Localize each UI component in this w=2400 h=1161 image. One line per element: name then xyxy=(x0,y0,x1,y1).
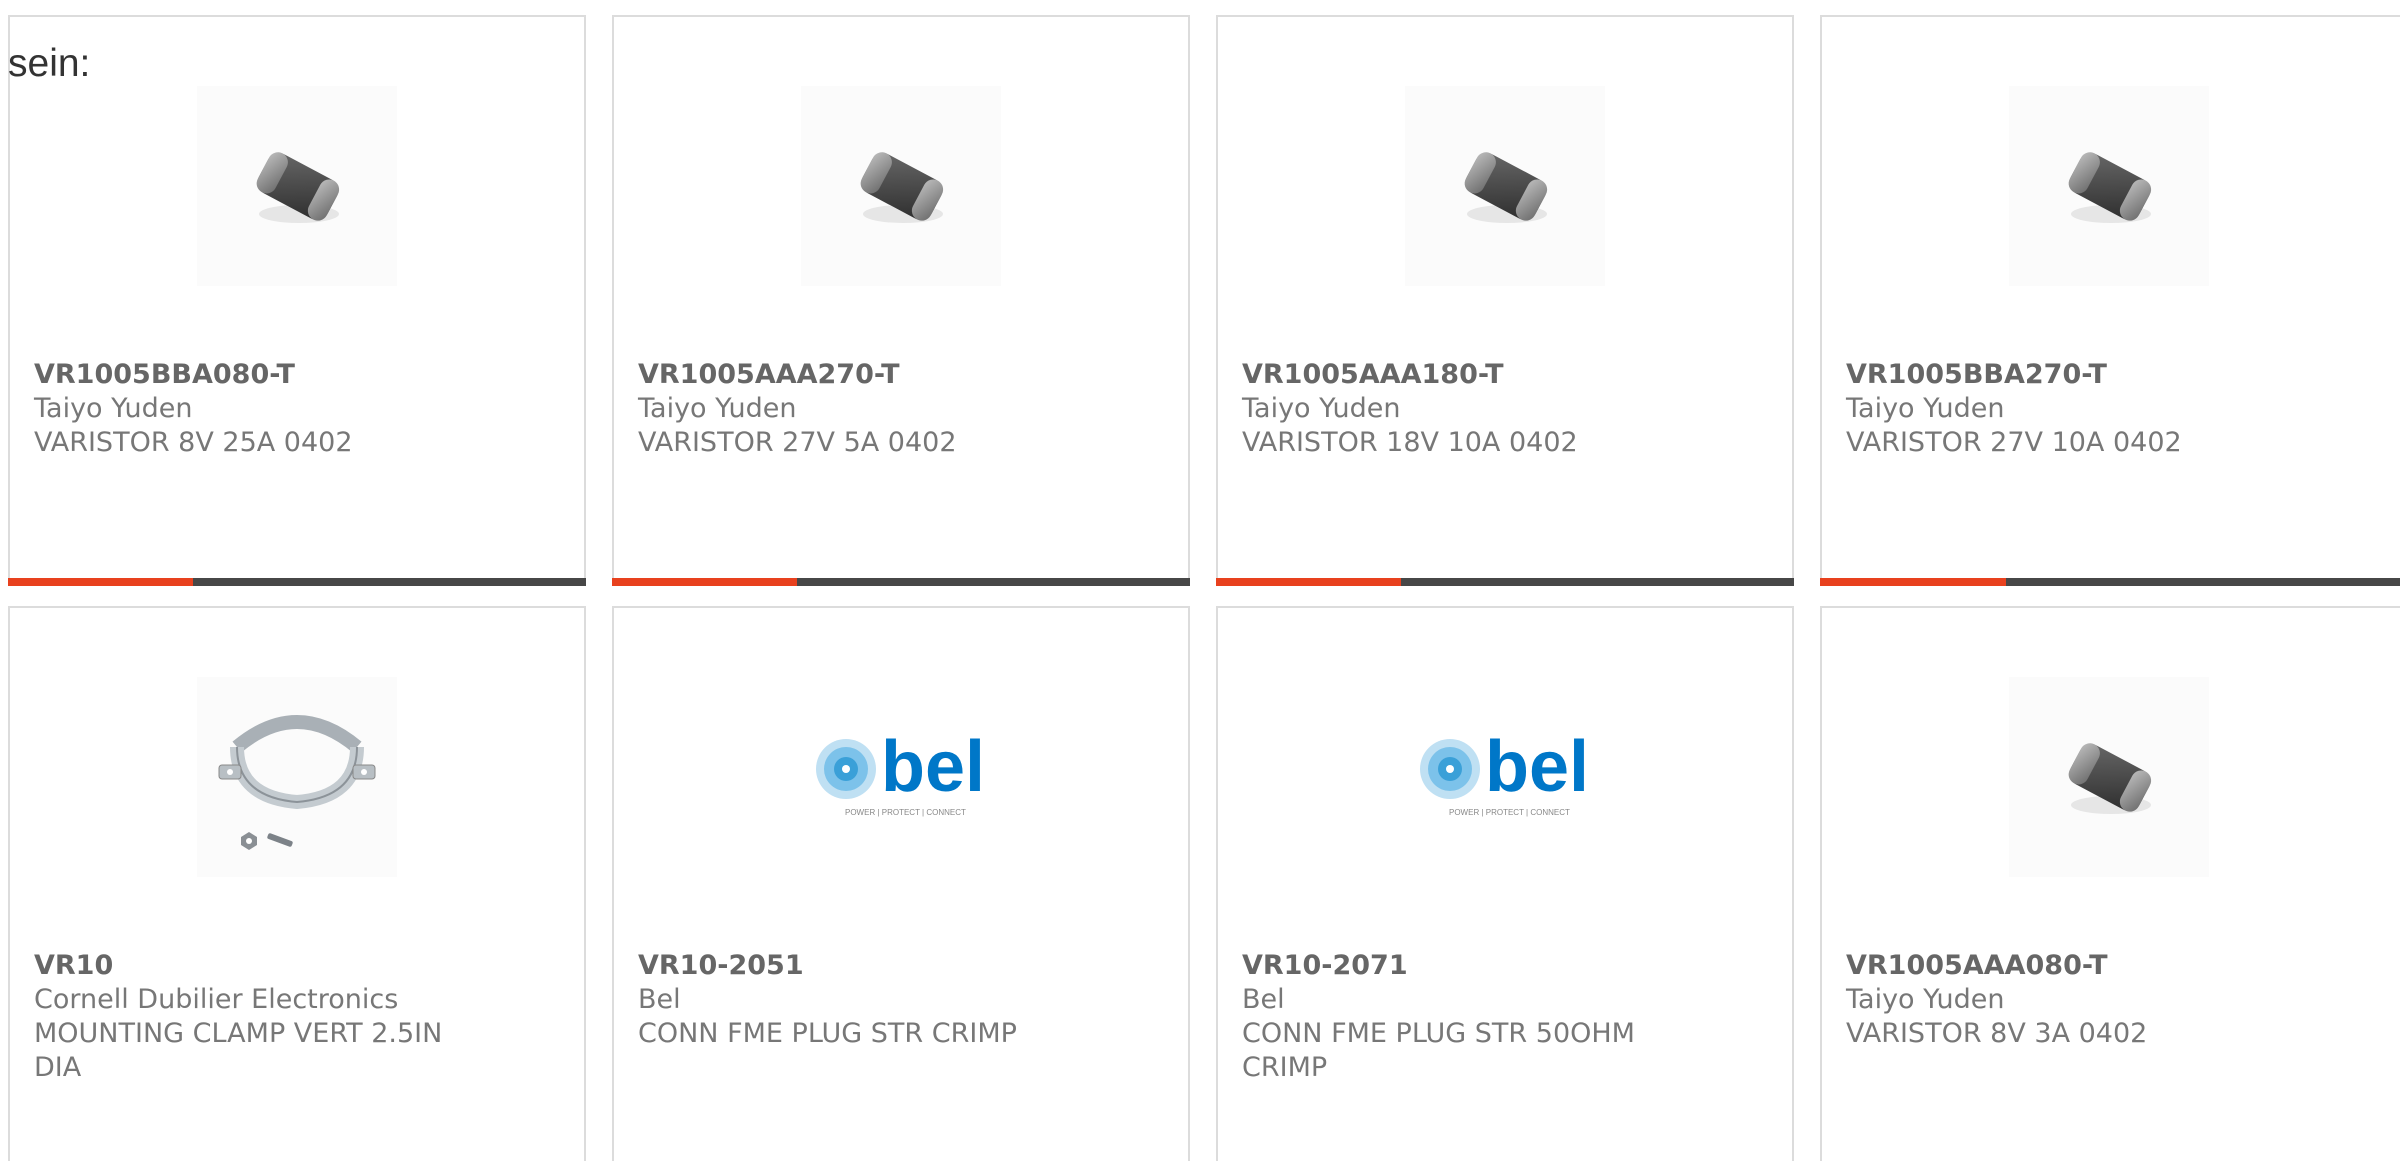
manufacturer-name: Bel xyxy=(638,984,681,1015)
chip-varistor-icon xyxy=(1464,152,1548,223)
product-description: VARISTOR 27V 10A 0402 xyxy=(1846,427,2182,458)
product-description: VARISTOR 18V 10A 0402 xyxy=(1242,427,1578,458)
lead-text: sein: xyxy=(8,42,91,85)
chip-varistor-icon xyxy=(2068,743,2152,814)
product-description: VARISTOR 8V 3A 0402 xyxy=(1846,1018,2148,1049)
product-image[interactable]: bel POWER | PROTECT | CONNECT xyxy=(801,677,1001,877)
product-card[interactable]: VR1005BBA270-T Taiyo Yuden VARISTOR 27V … xyxy=(1820,15,2400,586)
bel-logo-tagline: POWER | PROTECT | CONNECT xyxy=(1449,808,1570,817)
card-progress-bar xyxy=(8,578,586,586)
part-number-link[interactable]: VR10 xyxy=(34,949,454,983)
product-card[interactable]: VR1005AAA080-T Taiyo Yuden VARISTOR 8V 3… xyxy=(1820,606,2400,1161)
manufacturer-name: Taiyo Yuden xyxy=(1242,393,1401,424)
chip-varistor-icon xyxy=(860,152,944,223)
progress-fill xyxy=(1216,578,1401,586)
card-progress-bar xyxy=(612,578,1190,586)
product-card[interactable]: bel POWER | PROTECT | CONNECT VR10-2071 … xyxy=(1216,606,1794,1161)
progress-fill xyxy=(1820,578,2006,586)
manufacturer-name: Taiyo Yuden xyxy=(34,393,193,424)
part-number-link[interactable]: VR10-2051 xyxy=(638,949,1058,983)
part-number-link[interactable]: VR1005AAA180-T xyxy=(1242,358,1662,392)
product-image[interactable] xyxy=(2009,677,2209,877)
manufacturer-name: Bel xyxy=(1242,984,1285,1015)
progress-fill xyxy=(612,578,797,586)
progress-fill xyxy=(8,578,193,586)
manufacturer-name: Taiyo Yuden xyxy=(1846,393,2005,424)
bel-logo: bel POWER | PROTECT | CONNECT xyxy=(1420,727,1589,817)
product-card[interactable]: VR1005BBA080-T Taiyo Yuden VARISTOR 8V 2… xyxy=(8,15,586,586)
product-image[interactable] xyxy=(197,86,397,286)
product-card[interactable]: bel POWER | PROTECT | CONNECT VR10-2051 … xyxy=(612,606,1190,1161)
product-image[interactable] xyxy=(2009,86,2209,286)
part-number-link[interactable]: VR1005AAA080-T xyxy=(1846,949,2266,983)
bel-logo: bel POWER | PROTECT | CONNECT xyxy=(816,727,985,817)
product-image[interactable] xyxy=(197,677,397,877)
card-progress-bar xyxy=(1820,578,2400,586)
product-description: CONN FME PLUG STR CRIMP xyxy=(638,1018,1017,1049)
manufacturer-name: Taiyo Yuden xyxy=(1846,984,2005,1015)
bel-logo-text: bel xyxy=(881,727,985,807)
product-description: VARISTOR 27V 5A 0402 xyxy=(638,427,957,458)
product-image[interactable]: bel POWER | PROTECT | CONNECT xyxy=(1405,677,1605,877)
manufacturer-name: Taiyo Yuden xyxy=(638,393,797,424)
product-image[interactable] xyxy=(801,86,1001,286)
product-description: MOUNTING CLAMP VERT 2.5IN DIA xyxy=(34,1018,443,1083)
product-description: CONN FME PLUG STR 50OHM CRIMP xyxy=(1242,1018,1635,1083)
mounting-clamp-icon xyxy=(218,715,376,850)
product-image[interactable] xyxy=(1405,86,1605,286)
bel-logo-tagline: POWER | PROTECT | CONNECT xyxy=(845,808,966,817)
part-number-link[interactable]: VR1005BBA270-T xyxy=(1846,358,2266,392)
part-number-link[interactable]: VR10-2071 xyxy=(1242,949,1662,983)
product-description: VARISTOR 8V 25A 0402 xyxy=(34,427,353,458)
product-card[interactable]: VR1005AAA180-T Taiyo Yuden VARISTOR 18V … xyxy=(1216,15,1794,586)
manufacturer-name: Cornell Dubilier Electronics xyxy=(34,984,399,1015)
part-number-link[interactable]: VR1005BBA080-T xyxy=(34,358,454,392)
chip-varistor-icon xyxy=(2068,152,2152,223)
product-card[interactable]: VR1005AAA270-T Taiyo Yuden VARISTOR 27V … xyxy=(612,15,1190,586)
part-number-link[interactable]: VR1005AAA270-T xyxy=(638,358,1058,392)
card-progress-bar xyxy=(1216,578,1794,586)
product-card[interactable]: VR10 Cornell Dubilier Electronics MOUNTI… xyxy=(8,606,586,1161)
chip-varistor-icon xyxy=(256,152,340,223)
bel-logo-text: bel xyxy=(1485,727,1589,807)
